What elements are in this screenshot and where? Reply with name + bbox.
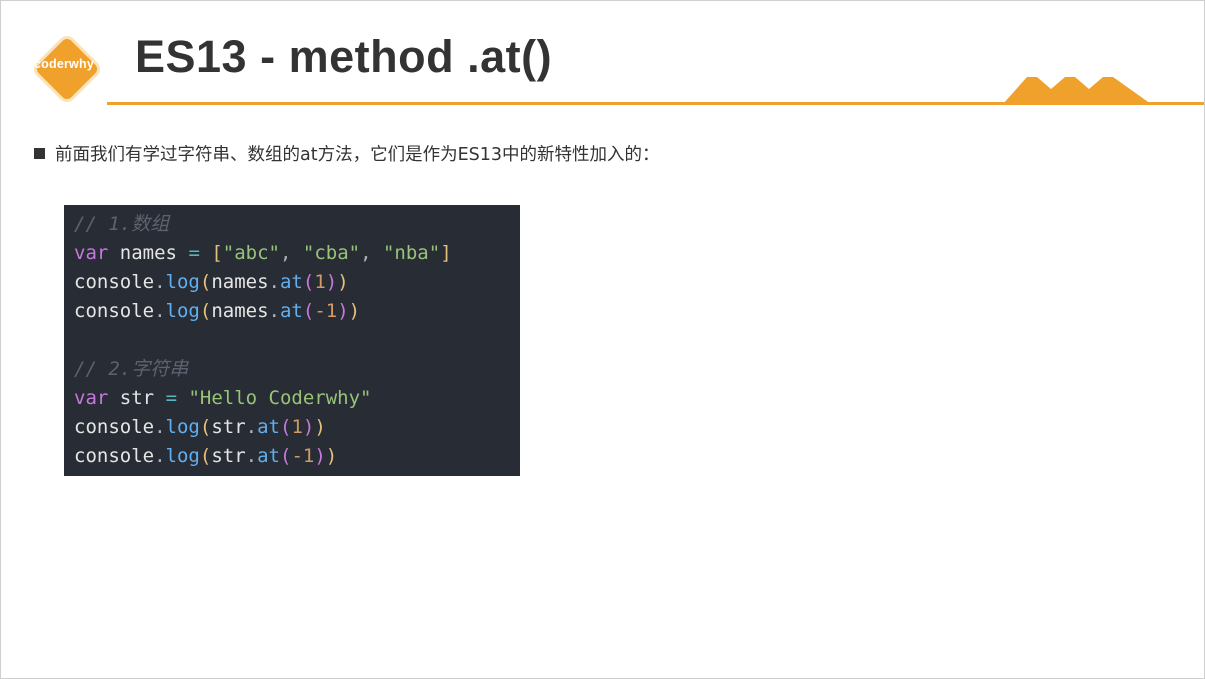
mountains-decoration-icon [1003,77,1151,104]
code-function: log [165,271,200,293]
slide-title: ES13 - method .at() [135,31,553,82]
code-identifier: names [211,300,269,322]
code-line-1: // 1.数组 [74,210,520,239]
slide: coderwhy ES13 - method .at() 前面我们有学过字符串、… [0,0,1205,679]
logo-text: coderwhy [34,57,94,71]
code-number: -1 [314,300,338,322]
code-block: // 1.数组 var names = ["abc", "cba", "nba"… [64,205,520,476]
code-identifier: console [74,445,155,467]
code-operator: = [188,242,200,264]
code-bracket: [ [211,242,223,264]
bullet-item: 前面我们有学过字符串、数组的at方法，它们是作为ES13中的新特性加入的： [34,141,660,166]
code-comment: // 2.字符串 [74,358,189,380]
code-comment: // 1.数组 [74,213,170,235]
code-keyword: var [74,387,109,409]
code-number: 1 [291,416,303,438]
code-identifier: str [211,416,246,438]
code-line-9: console.log(str.at(-1)) [74,445,338,467]
code-identifier: str [211,445,246,467]
code-line-6: // 2.字符串 [74,355,520,384]
code-line-3: console.log(names.at(1)) [74,271,349,293]
code-identifier: names [119,242,177,264]
code-identifier: str [119,387,155,409]
code-identifier: console [74,416,155,438]
code-line-7: var str = "Hello Coderwhy" [74,384,520,413]
code-bracket: ] [440,242,452,264]
code-string: "abc" [222,242,280,264]
code-function: at [279,300,303,322]
code-number: -1 [291,445,315,467]
code-function: at [279,271,303,293]
code-identifier: console [74,300,155,322]
code-string: "Hello Coderwhy" [188,387,372,409]
code-line-8: console.log(str.at(1)) [74,416,326,438]
code-string: "cba" [302,242,361,264]
code-function: log [165,445,200,467]
code-function: log [165,416,200,438]
code-operator: = [165,387,178,409]
code-string: "nba" [382,242,441,264]
code-line-4: console.log(names.at(-1)) [74,300,361,322]
code-identifier: names [211,271,269,293]
code-function: at [257,416,280,438]
coderwhy-logo: coderwhy [30,32,104,106]
bullet-text: 前面我们有学过字符串、数组的at方法，它们是作为ES13中的新特性加入的： [55,145,660,165]
code-function: at [257,445,280,467]
code-line-2: var names = ["abc", "cba", "nba"] [74,242,452,264]
code-function: log [165,300,200,322]
code-identifier: console [74,271,155,293]
bullet-square-icon [34,148,45,159]
code-number: 1 [314,271,326,293]
code-keyword: var [74,242,109,264]
